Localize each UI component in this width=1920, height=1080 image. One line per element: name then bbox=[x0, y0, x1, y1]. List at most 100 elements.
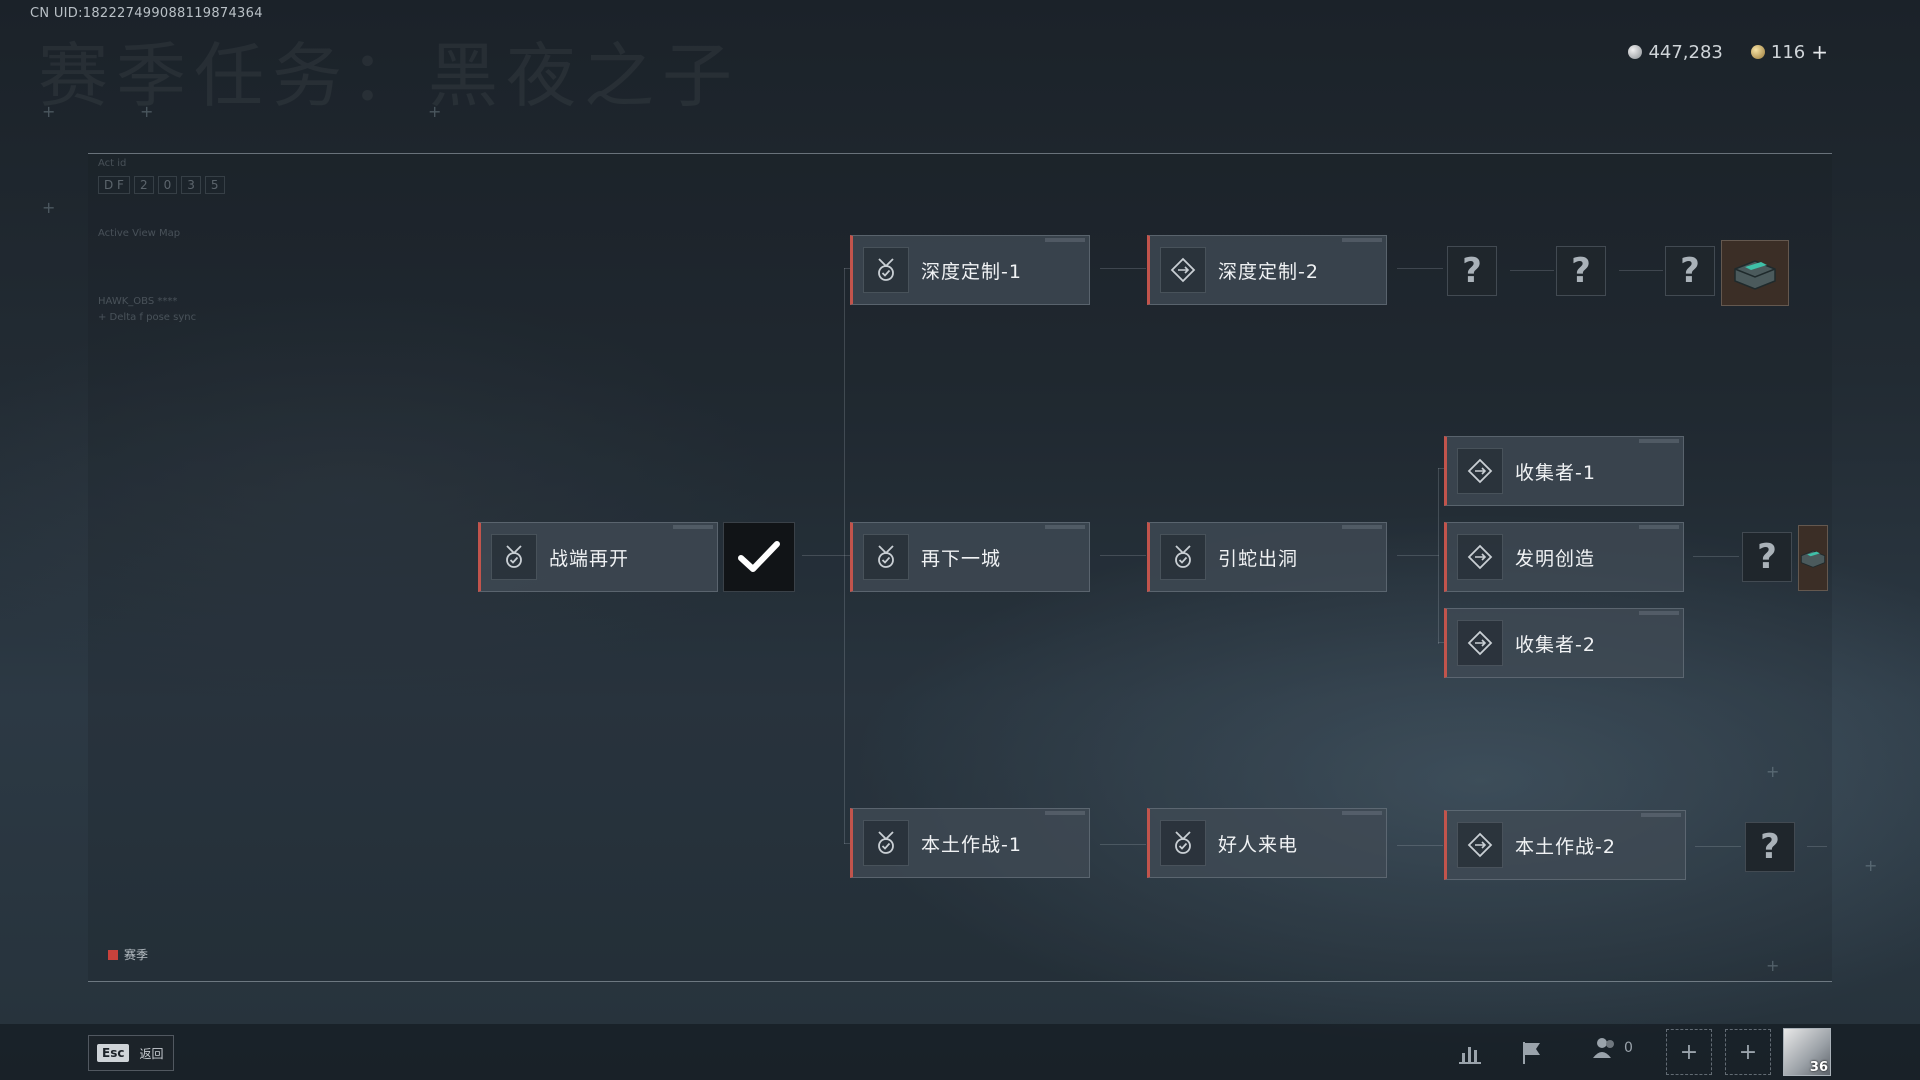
node-tag bbox=[1045, 811, 1085, 815]
node-tag bbox=[1342, 238, 1382, 242]
flag-icon[interactable] bbox=[1515, 1036, 1549, 1070]
season-legend: 赛季 bbox=[108, 946, 148, 963]
reward-case-item[interactable] bbox=[1798, 525, 1828, 591]
unknown-reward-box[interactable]: ? bbox=[1665, 246, 1715, 296]
unknown-reward-box[interactable]: ? bbox=[1556, 246, 1606, 296]
hud-text-3: HAWK_OBS **** bbox=[98, 296, 178, 307]
hud-text-4: + Delta f pose sync bbox=[98, 312, 197, 323]
legend-color-swatch bbox=[108, 949, 118, 960]
medal-icon bbox=[863, 820, 909, 866]
connector-line bbox=[844, 268, 845, 844]
connector-line bbox=[1397, 268, 1443, 269]
node-tag bbox=[673, 525, 713, 529]
unknown-reward-box[interactable]: ? bbox=[1745, 822, 1795, 872]
squad-slot-add[interactable]: + bbox=[1725, 1029, 1771, 1075]
crosshair-icon: + bbox=[42, 198, 56, 217]
medal-icon bbox=[863, 247, 909, 293]
crosshair-icon: + bbox=[1766, 762, 1780, 781]
connector-line bbox=[1397, 555, 1439, 556]
medal-icon bbox=[491, 534, 537, 580]
connector-line bbox=[1510, 270, 1554, 271]
completed-check-icon[interactable] bbox=[723, 522, 795, 592]
crosshair-icon: + bbox=[428, 102, 442, 121]
unknown-reward-box[interactable]: ? bbox=[1447, 246, 1497, 296]
node-tag bbox=[1342, 811, 1382, 815]
mission-label: 收集者-1 bbox=[1515, 461, 1596, 484]
player-avatar[interactable]: 36 bbox=[1783, 1028, 1831, 1076]
gold-coin-icon bbox=[1750, 45, 1765, 59]
mission-node-shendu1[interactable]: 深度定制-1 bbox=[850, 235, 1090, 305]
mission-node-haoren[interactable]: 好人来电 bbox=[1147, 808, 1387, 878]
mission-node-shendu2[interactable]: 深度定制-2 bbox=[1147, 235, 1387, 305]
case-icon bbox=[1800, 550, 1826, 568]
mission-node-zhanduan[interactable]: 战端再开 bbox=[478, 522, 718, 592]
mission-node-zaixia[interactable]: 再下一城 bbox=[850, 522, 1090, 592]
diamond-arrow-icon bbox=[1457, 822, 1503, 868]
hud-text-1: Act id bbox=[98, 158, 127, 169]
mission-label: 好人来电 bbox=[1218, 833, 1299, 856]
medal-icon bbox=[863, 534, 909, 580]
medal-icon bbox=[1160, 820, 1206, 866]
back-button[interactable]: Esc 返回 bbox=[88, 1035, 175, 1071]
connector-line bbox=[1100, 555, 1146, 556]
hud-box: 3 bbox=[181, 176, 201, 194]
gold-amount: 116 bbox=[1770, 41, 1806, 63]
mission-label: 本土作战-1 bbox=[921, 833, 1022, 856]
hud-box: D F bbox=[98, 176, 130, 194]
uid-label: CN UID:18222749908811987436​4 bbox=[30, 6, 263, 21]
connector-line bbox=[802, 555, 850, 556]
hud-code-boxes: D F 2 0 3 5 bbox=[98, 176, 225, 194]
crosshair-icon: + bbox=[1864, 856, 1878, 875]
mission-node-shouji1[interactable]: 收集者-1 bbox=[1444, 436, 1684, 506]
node-tag bbox=[1045, 238, 1085, 242]
currency-bar: 447,283 116 + bbox=[1628, 40, 1828, 64]
medal-icon bbox=[1160, 534, 1206, 580]
hud-box: 0 bbox=[157, 176, 178, 194]
connector-line bbox=[1100, 844, 1146, 845]
mission-node-shouji2[interactable]: 收集者-2 bbox=[1444, 608, 1684, 678]
diamond-arrow-icon bbox=[1457, 534, 1503, 580]
node-tag bbox=[1639, 611, 1679, 615]
connector-line bbox=[1807, 846, 1827, 847]
friends-icon bbox=[1593, 1038, 1614, 1058]
back-label: 返回 bbox=[139, 1046, 164, 1061]
mission-label: 再下一城 bbox=[921, 547, 1002, 570]
diamond-arrow-icon bbox=[1160, 247, 1206, 293]
squad-slot-add[interactable]: + bbox=[1666, 1029, 1712, 1075]
hud-box: 5 bbox=[204, 176, 225, 194]
legend-label: 赛季 bbox=[124, 948, 149, 962]
mission-label: 本土作战-2 bbox=[1515, 835, 1616, 858]
node-tag bbox=[1639, 439, 1679, 443]
mission-label: 引蛇出洞 bbox=[1218, 547, 1299, 570]
mission-node-bentu2[interactable]: 本土作战-2 bbox=[1444, 810, 1686, 880]
mission-node-bentu1[interactable]: 本土作战-1 bbox=[850, 808, 1090, 878]
mission-label: 收集者-2 bbox=[1515, 633, 1596, 656]
unknown-reward-box[interactable]: ? bbox=[1742, 532, 1792, 582]
connector-line bbox=[1693, 556, 1739, 557]
hud-text-2: Active View Map bbox=[98, 228, 181, 239]
crosshair-icon: + bbox=[1766, 956, 1780, 975]
silver-coin-icon bbox=[1628, 45, 1643, 59]
silver-currency: 447,283 bbox=[1628, 41, 1723, 63]
connector-line bbox=[1397, 845, 1443, 846]
reward-case-item[interactable] bbox=[1721, 240, 1789, 306]
mission-node-faming[interactable]: 发明创造 bbox=[1444, 522, 1684, 592]
crosshair-icon: + bbox=[140, 102, 154, 121]
friends-indicator[interactable]: 0 bbox=[1592, 1036, 1633, 1060]
node-tag bbox=[1045, 525, 1085, 529]
connector-line bbox=[1695, 846, 1741, 847]
mission-label: 深度定制-2 bbox=[1218, 260, 1319, 283]
friends-count: 0 bbox=[1624, 1040, 1633, 1056]
diamond-arrow-icon bbox=[1457, 448, 1503, 494]
mission-label: 发明创造 bbox=[1515, 547, 1596, 570]
mission-node-yinshe[interactable]: 引蛇出洞 bbox=[1147, 522, 1387, 592]
stats-chart-icon[interactable] bbox=[1453, 1036, 1487, 1070]
connector-line bbox=[1100, 268, 1146, 269]
hud-box: 2 bbox=[133, 176, 154, 194]
silver-amount: 447,283 bbox=[1648, 41, 1723, 63]
mission-label: 深度定制-1 bbox=[921, 260, 1022, 283]
add-currency-button[interactable]: + bbox=[1811, 40, 1828, 64]
node-tag bbox=[1342, 525, 1382, 529]
connector-line bbox=[1438, 468, 1439, 644]
mission-label: 战端再开 bbox=[549, 547, 630, 570]
